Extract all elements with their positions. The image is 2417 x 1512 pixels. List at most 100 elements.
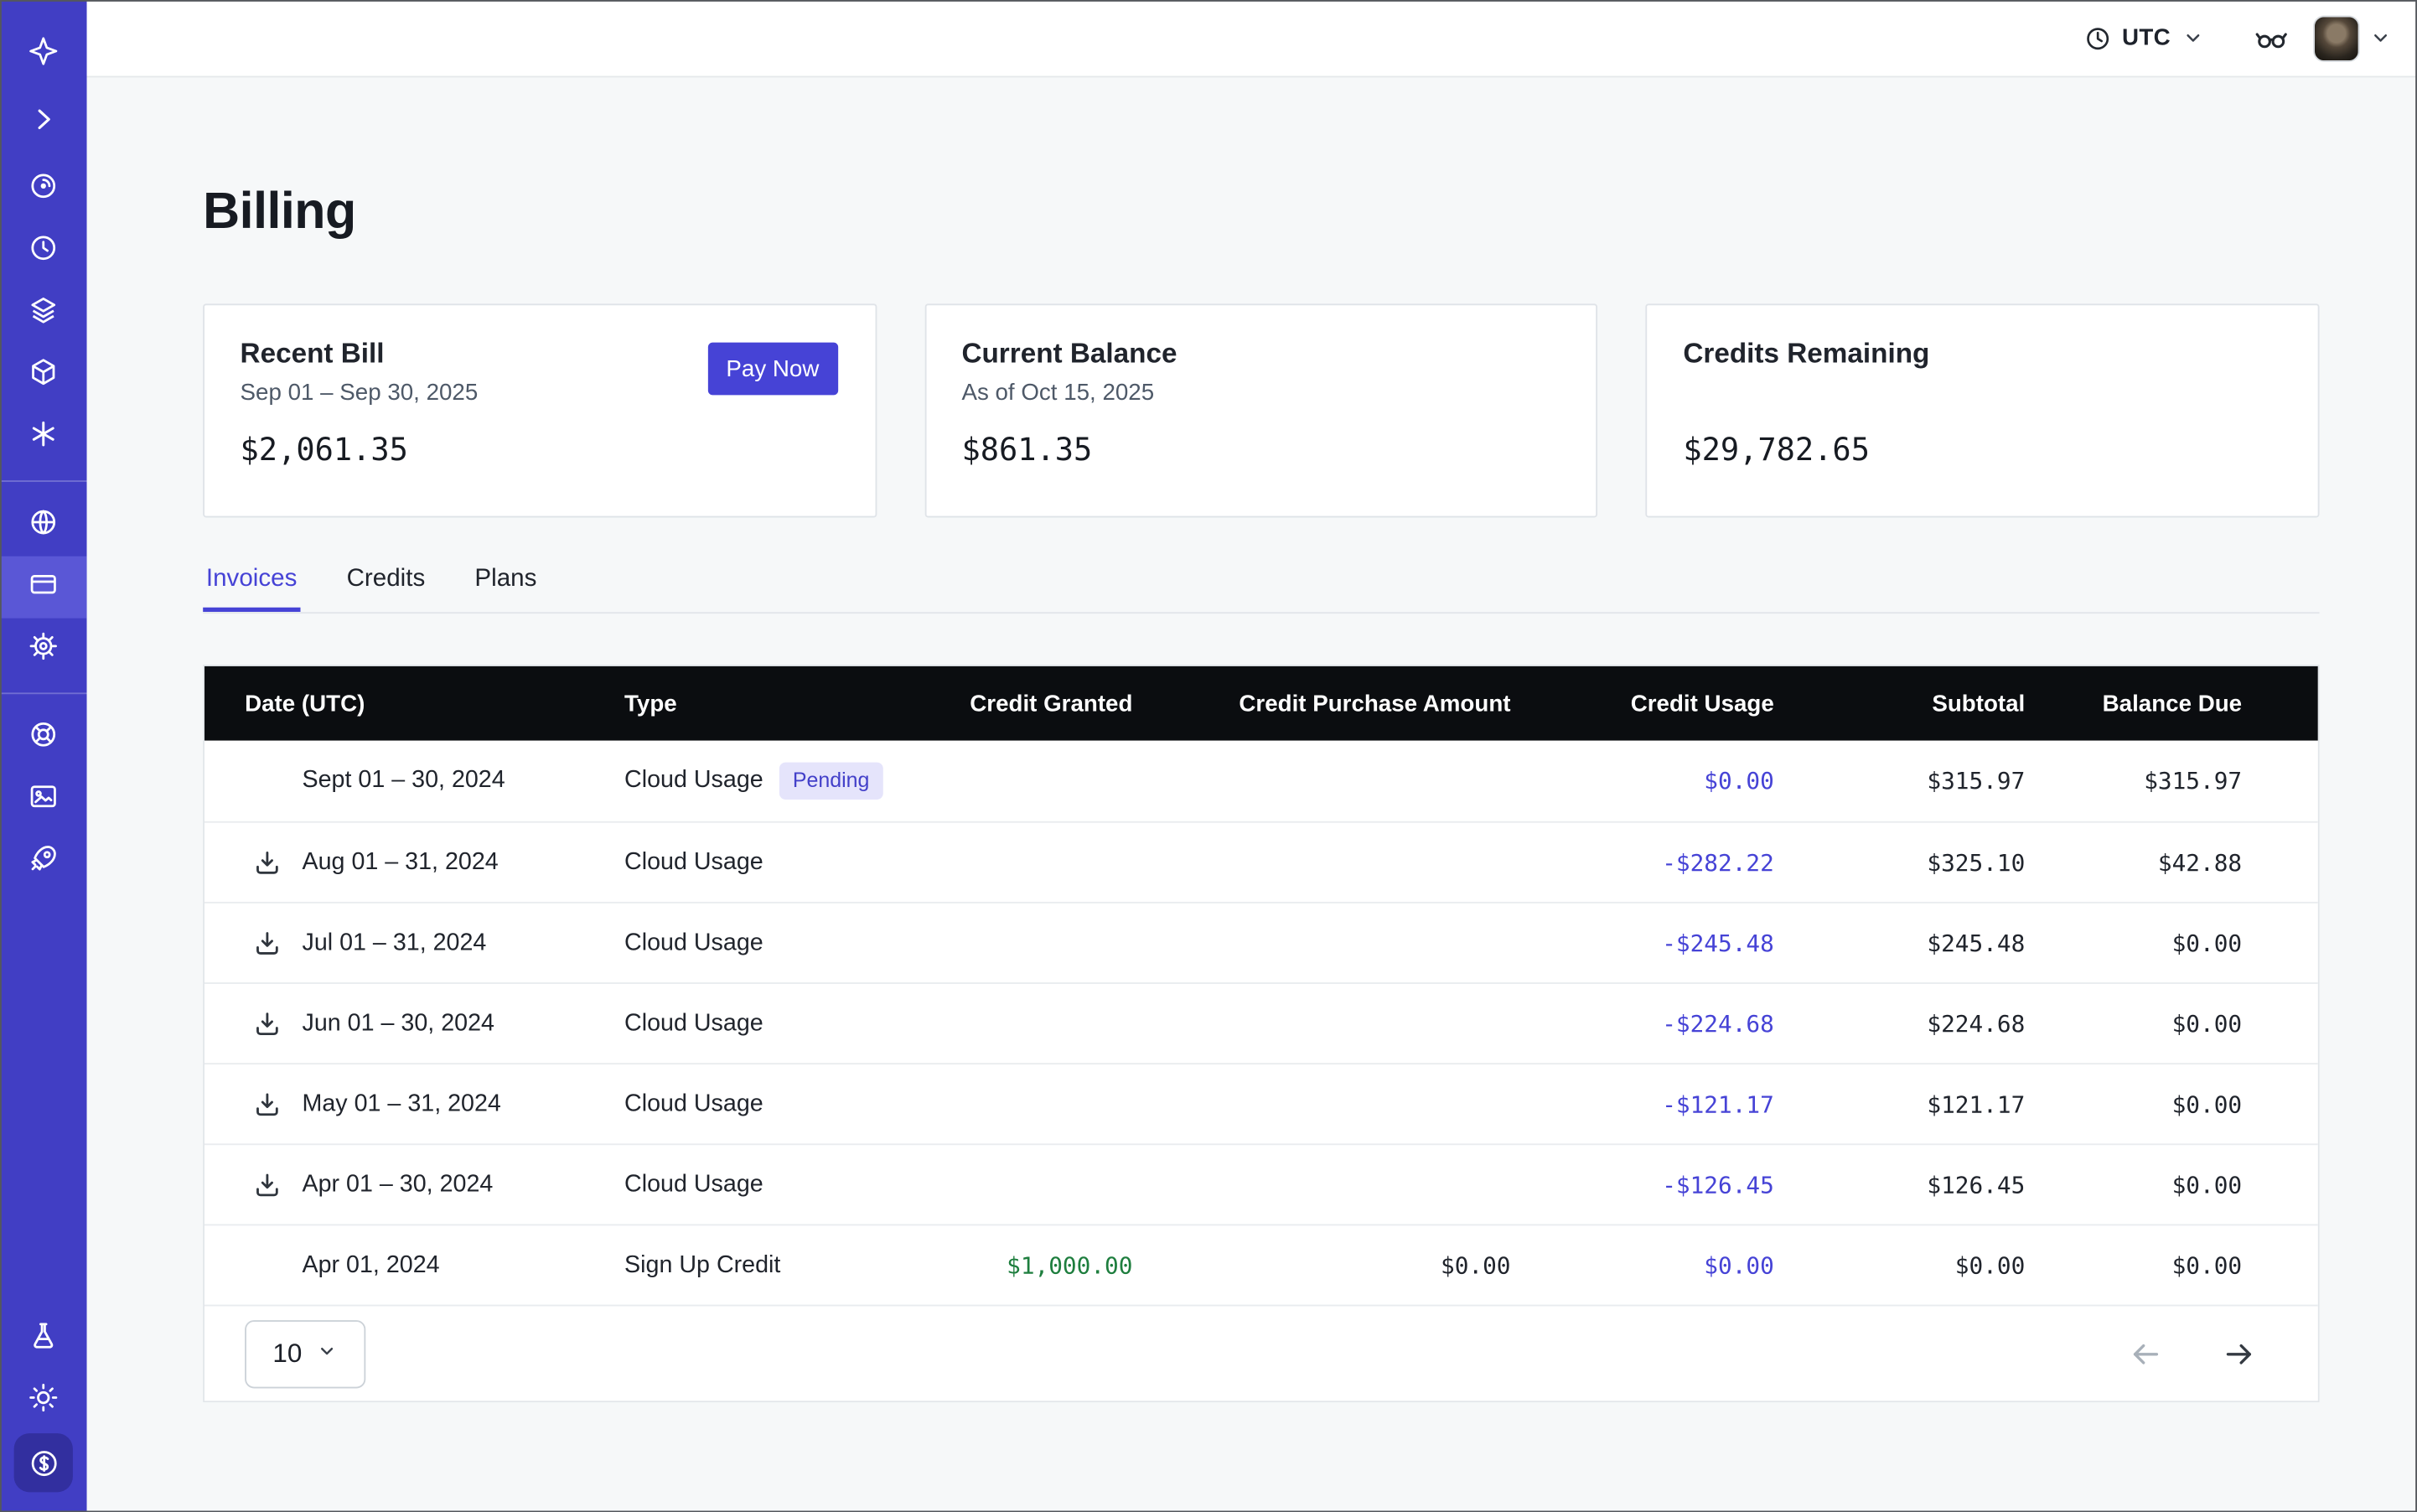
col-subtotal: Subtotal xyxy=(1774,691,2025,717)
download-invoice-button[interactable] xyxy=(252,1009,282,1038)
pay-now-button[interactable]: Pay Now xyxy=(707,343,837,396)
sidebar-item-labs[interactable] xyxy=(0,1307,87,1370)
type-cell: Sign Up Credit xyxy=(624,1251,934,1279)
dollar-coin-icon xyxy=(14,1433,73,1492)
invoices-table: Date (UTC) Type Credit Granted Credit Pu… xyxy=(203,665,2319,1402)
sidebar-item-theme[interactable] xyxy=(0,1370,87,1432)
sidebar-item-globe[interactable] xyxy=(0,495,87,557)
tab-credits[interactable]: Credits xyxy=(344,566,428,612)
invoice-date: May 01 – 31, 2024 xyxy=(303,1090,501,1116)
recent-bill-card: Recent Bill Sep 01 – Sep 30, 2025 $2,061… xyxy=(203,303,877,517)
clock-icon xyxy=(2083,24,2111,52)
col-date: Date (UTC) xyxy=(204,691,624,717)
type-cell: Cloud Usage Pending xyxy=(624,763,934,799)
card-subtitle xyxy=(1683,380,2282,407)
subtotal-value: $0.00 xyxy=(1774,1251,2025,1279)
disc-icon xyxy=(28,169,59,208)
sidebar-item-layers[interactable] xyxy=(0,282,87,344)
download-invoice-button[interactable] xyxy=(252,847,282,877)
type-cell: Cloud Usage xyxy=(624,1090,934,1118)
screen-image-icon xyxy=(28,780,59,819)
date-cell: Aug 01 – 31, 2024 xyxy=(204,848,624,876)
gear-icon xyxy=(28,630,59,669)
rocket-icon xyxy=(28,842,59,881)
sidebar-divider xyxy=(0,480,87,482)
download-invoice-button[interactable] xyxy=(252,928,282,957)
balance-due-value: $0.00 xyxy=(2025,1090,2242,1118)
tab-invoices[interactable]: Invoices xyxy=(203,566,300,612)
top-bar: UTC xyxy=(87,0,2417,77)
page-size-value: 10 xyxy=(272,1338,302,1369)
sidebar-item-billing[interactable] xyxy=(0,557,87,619)
date-cell: Sept 01 – 30, 2024 xyxy=(204,767,624,795)
balance-due-value: $0.00 xyxy=(2025,1251,2242,1279)
table-row: Apr 01 – 30, 2024 Cloud Usage -$126.45 $… xyxy=(204,1143,2318,1224)
sidebar-item-asterisk[interactable] xyxy=(0,406,87,468)
credit-usage-value: $0.00 xyxy=(1511,1251,1774,1279)
invoice-type: Cloud Usage xyxy=(624,1171,763,1199)
flask-icon xyxy=(28,1319,59,1358)
table-row: Jul 01 – 31, 2024 Cloud Usage -$245.48 $… xyxy=(204,902,2318,982)
logo-icon xyxy=(28,35,59,74)
date-cell: Jun 01 – 30, 2024 xyxy=(204,1009,624,1037)
globe-icon xyxy=(28,506,59,545)
download-invoice-button[interactable] xyxy=(252,1170,282,1199)
sidebar-item-console[interactable] xyxy=(0,769,87,831)
sidebar-item-support[interactable] xyxy=(0,707,87,769)
eyewear-toggle-button[interactable] xyxy=(2254,21,2289,55)
credit-granted-value: $1,000.00 xyxy=(934,1251,1133,1279)
sidebar-item-disc[interactable] xyxy=(0,158,87,220)
invoice-type: Cloud Usage xyxy=(624,929,763,956)
date-cell: Jul 01 – 31, 2024 xyxy=(204,929,624,956)
chevron-down-icon xyxy=(316,1338,338,1369)
table-row: Apr 01, 2024 Sign Up Credit $1,000.00 $0… xyxy=(204,1224,2318,1304)
credit-usage-value: $0.00 xyxy=(1511,767,1774,795)
timezone-selector[interactable]: UTC xyxy=(2083,24,2205,52)
as-of-date: As of Oct 15, 2025 xyxy=(961,380,1560,407)
table-row: May 01 – 31, 2024 Cloud Usage -$121.17 $… xyxy=(204,1063,2318,1143)
chevron-down-icon xyxy=(2182,26,2205,49)
main-content: Billing Recent Bill Sep 01 – Sep 30, 202… xyxy=(87,77,2417,1512)
credits-remaining-amount: $29,782.65 xyxy=(1683,431,2282,468)
sidebar-item-cube[interactable] xyxy=(0,344,87,406)
invoice-date: Sept 01 – 30, 2024 xyxy=(303,767,505,793)
invoice-type: Cloud Usage xyxy=(624,767,763,795)
type-cell: Cloud Usage xyxy=(624,1009,934,1037)
balance-due-value: $42.88 xyxy=(2025,848,2242,876)
table-row: Jun 01 – 30, 2024 Cloud Usage -$224.68 $… xyxy=(204,982,2318,1063)
timezone-label: UTC xyxy=(2122,25,2171,51)
sun-icon xyxy=(28,1381,59,1420)
sidebar-item-credits[interactable] xyxy=(0,1432,87,1494)
col-balance-due: Balance Due xyxy=(2025,691,2242,717)
sidebar-expand-button[interactable] xyxy=(0,88,87,156)
asterisk-icon xyxy=(28,417,59,456)
col-type: Type xyxy=(624,691,934,717)
sidebar-item-settings[interactable] xyxy=(0,619,87,681)
credit-usage-value: -$282.22 xyxy=(1511,848,1774,876)
type-cell: Cloud Usage xyxy=(624,848,934,876)
sidebar-item-launch[interactable] xyxy=(0,831,87,893)
col-credit-granted: Credit Granted xyxy=(934,691,1133,717)
sidebar xyxy=(0,0,87,1512)
col-credit-usage: Credit Usage xyxy=(1511,691,1774,717)
next-page-button[interactable] xyxy=(2222,1337,2256,1371)
sidebar-item-logo[interactable] xyxy=(0,20,87,88)
credit-purchase-value: $0.00 xyxy=(1132,1251,1510,1279)
tab-plans[interactable]: Plans xyxy=(472,566,540,612)
invoice-date: Jun 01 – 30, 2024 xyxy=(303,1009,494,1035)
page-size-select[interactable]: 10 xyxy=(245,1319,365,1387)
sidebar-item-history[interactable] xyxy=(0,220,87,282)
balance-due-value: $315.97 xyxy=(2025,767,2242,795)
invoice-date: Apr 01 – 30, 2024 xyxy=(303,1171,494,1197)
card-title: Current Balance xyxy=(961,338,1560,370)
prev-page-button[interactable] xyxy=(2129,1337,2163,1371)
table-body: Sept 01 – 30, 2024 Cloud Usage Pending $… xyxy=(204,741,2318,1305)
history-icon xyxy=(28,231,59,270)
subtotal-value: $315.97 xyxy=(1774,767,2025,795)
user-menu[interactable] xyxy=(2313,15,2392,61)
credit-card-icon xyxy=(28,568,59,607)
download-invoice-button[interactable] xyxy=(252,1090,282,1119)
date-cell: Apr 01, 2024 xyxy=(204,1251,624,1279)
glasses-icon xyxy=(2254,21,2289,55)
credit-usage-value: -$245.48 xyxy=(1511,929,1774,956)
